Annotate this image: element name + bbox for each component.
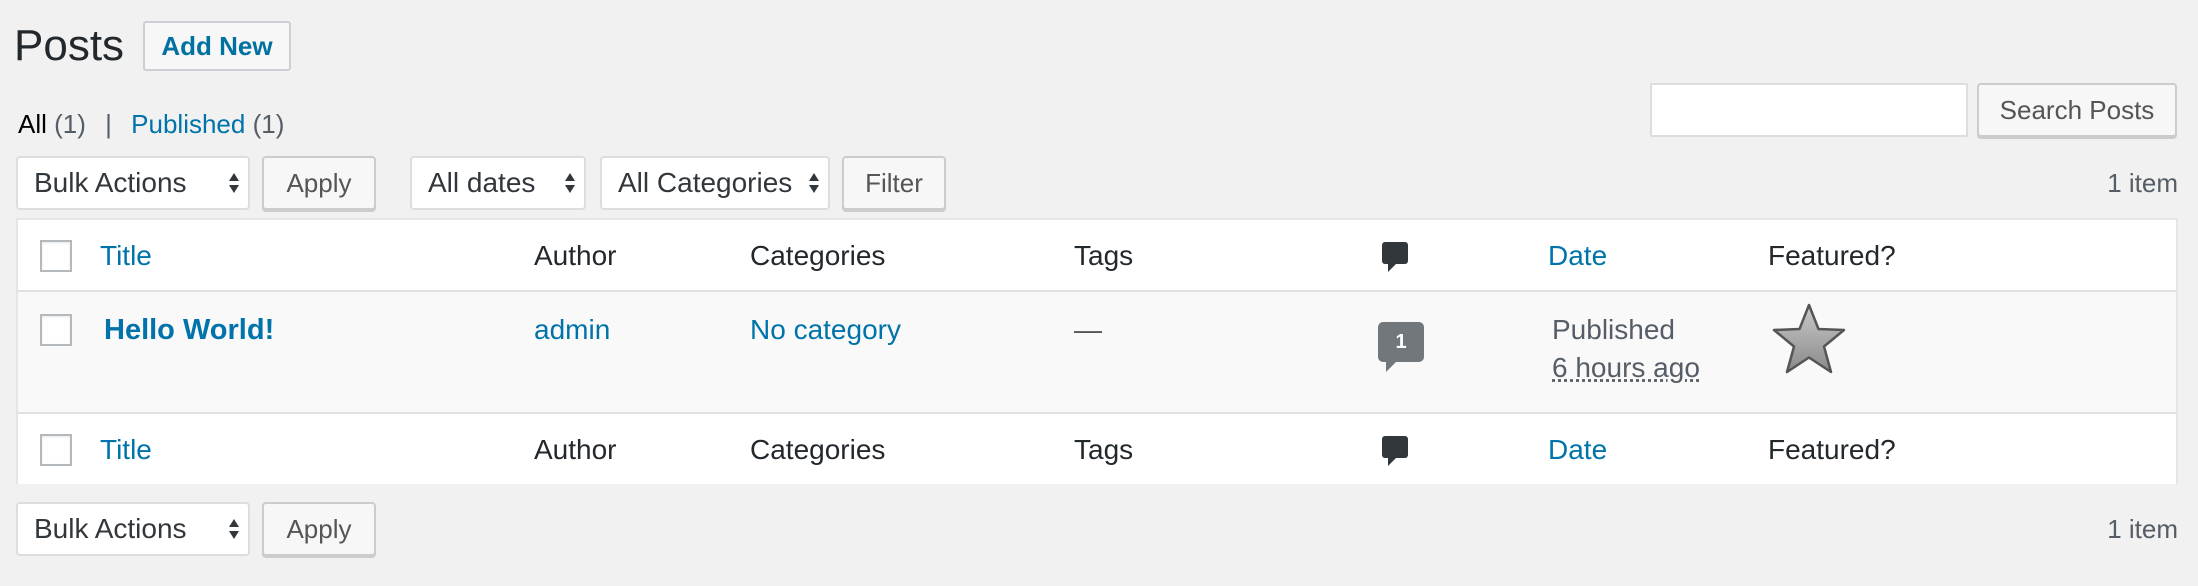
post-date-ago: 6 hours ago	[1552, 352, 1700, 383]
apply-button-top[interactable]: Apply	[262, 156, 376, 210]
comment-icon	[1382, 242, 1408, 272]
column-tags-bottom: Tags	[1074, 434, 1134, 465]
post-tags: —	[1074, 314, 1102, 345]
dates-label: All dates	[428, 167, 536, 198]
column-title-sort-bottom[interactable]: Title	[100, 432, 152, 468]
bulk-actions-label: Bulk Actions	[34, 167, 187, 198]
select-arrows-icon	[229, 519, 239, 539]
comment-bubble-tail	[1386, 360, 1398, 372]
comment-icon	[1382, 436, 1408, 466]
filter-separator: |	[105, 109, 112, 139]
column-tags: Tags	[1074, 240, 1134, 271]
page-title: Posts	[14, 21, 125, 70]
item-count-bottom: 1 item	[2107, 514, 2178, 544]
filter-button[interactable]: Filter	[842, 156, 946, 210]
column-featured: Featured?	[1768, 240, 1896, 271]
bulk-actions-select-bottom[interactable]: Bulk Actions	[16, 502, 250, 556]
filter-all[interactable]: All	[18, 109, 47, 139]
bulk-actions-label: Bulk Actions	[34, 513, 187, 544]
search-input[interactable]	[1650, 83, 1968, 137]
post-category-link[interactable]: No category	[750, 312, 901, 348]
filter-published-count: (1)	[252, 109, 285, 139]
table-footer: Title Author Categories Tags Date Featur…	[18, 412, 2176, 484]
posts-table: Title Author Categories Tags Date Featur…	[16, 218, 2178, 484]
column-categories: Categories	[750, 240, 886, 271]
categories-label: All Categories	[618, 167, 793, 198]
column-author: Author	[534, 240, 617, 271]
column-categories-bottom: Categories	[750, 434, 886, 465]
item-count-top: 1 item	[2107, 168, 2178, 198]
select-arrows-icon	[229, 173, 239, 193]
categories-select[interactable]: All Categories	[600, 156, 830, 210]
search-posts-button[interactable]: Search Posts	[1977, 83, 2177, 137]
select-arrows-icon	[809, 173, 819, 193]
filter-all-count: (1)	[54, 109, 86, 139]
select-arrows-icon	[565, 173, 575, 193]
row-checkbox[interactable]	[40, 314, 72, 346]
filter-published[interactable]: Published	[131, 109, 245, 139]
column-title-sort[interactable]: Title	[100, 238, 152, 274]
posts-screen: Posts Add New All (1) | Published (1) Se…	[0, 0, 2198, 586]
add-new-button[interactable]: Add New	[143, 21, 291, 71]
post-date-status: Published	[1552, 314, 1675, 345]
column-date-sort[interactable]: Date	[1548, 238, 1607, 274]
post-title-link[interactable]: Hello World!	[104, 312, 274, 348]
star-icon[interactable]	[1770, 302, 1848, 378]
column-author-bottom: Author	[534, 434, 617, 465]
post-author-link[interactable]: admin	[534, 312, 610, 348]
table-header: Title Author Categories Tags Date Featur…	[18, 220, 2176, 292]
column-date-sort-bottom[interactable]: Date	[1548, 432, 1607, 468]
bulk-actions-select-top[interactable]: Bulk Actions	[16, 156, 250, 210]
apply-button-bottom[interactable]: Apply	[262, 502, 376, 556]
dates-select[interactable]: All dates	[410, 156, 586, 210]
comment-count-bubble[interactable]: 1	[1378, 322, 1424, 362]
column-featured-bottom: Featured?	[1768, 434, 1896, 465]
status-filters: All (1) | Published (1)	[18, 106, 284, 142]
select-all-checkbox[interactable]	[40, 240, 72, 272]
table-row: Hello World! admin No category — 1 Publi…	[18, 292, 2176, 412]
select-all-checkbox-bottom[interactable]	[40, 434, 72, 466]
